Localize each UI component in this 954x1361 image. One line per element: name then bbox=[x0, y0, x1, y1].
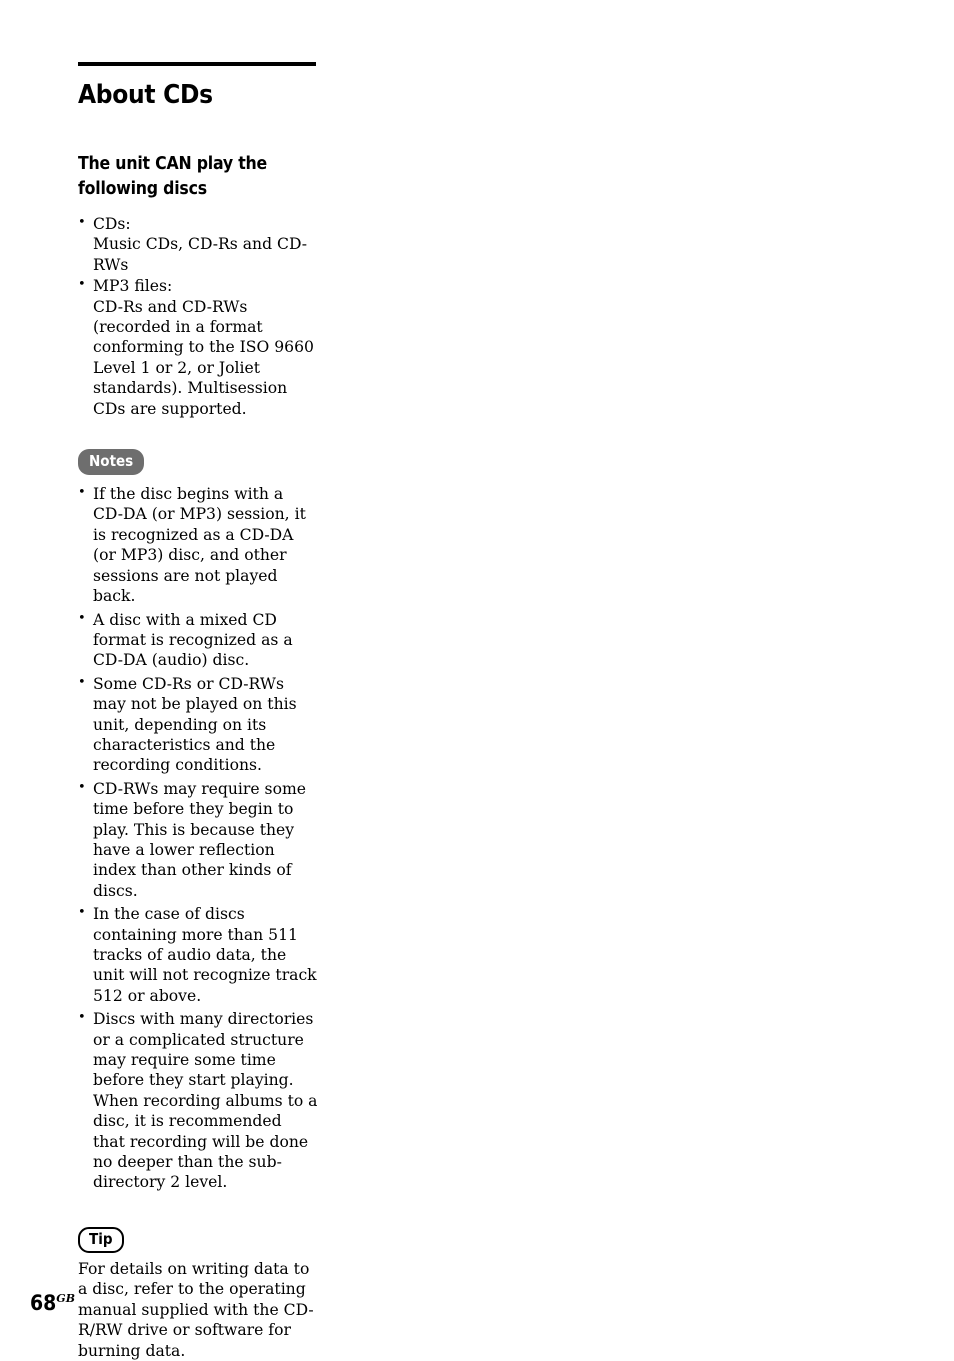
section-heading: The unit CAN play the following discs bbox=[78, 154, 268, 199]
notes-section: Notes If the disc begins with a CD-DA (o… bbox=[78, 449, 318, 1193]
page-number: 68 bbox=[30, 1291, 57, 1315]
tip-section: Tip For details on writing data to a dis… bbox=[78, 1226, 318, 1361]
notes-badge: Notes bbox=[78, 449, 145, 476]
list-item: CDs: Music CDs, CD-Rs and CD-RWs bbox=[78, 213, 318, 275]
list-item-lead: CDs: bbox=[93, 215, 131, 233]
page-title: About CDs bbox=[78, 80, 213, 110]
page-number-suffix: GB bbox=[56, 1292, 75, 1305]
page-number-footer: 68GB bbox=[30, 1288, 75, 1314]
notes-list: If the disc begins with a CD-DA (or MP3)… bbox=[78, 483, 318, 1193]
playable-discs-list: CDs: Music CDs, CD-Rs and CD-RWs MP3 fil… bbox=[78, 213, 318, 419]
tip-text: For details on writing data to a disc, r… bbox=[78, 1259, 314, 1360]
content-column: About CDs The unit CAN play the followin… bbox=[78, 62, 318, 1361]
list-item: If the disc begins with a CD-DA (or MP3)… bbox=[78, 483, 318, 606]
list-item: In the case of discs containing more tha… bbox=[78, 903, 318, 1006]
list-item-detail: CD-Rs and CD-RWs (recorded in a format c… bbox=[93, 297, 314, 418]
list-item-detail: Music CDs, CD-Rs and CD-RWs bbox=[93, 235, 308, 274]
list-item: Some CD-Rs or CD-RWs may not be played o… bbox=[78, 673, 318, 776]
list-item-lead: MP3 files: bbox=[93, 277, 173, 296]
list-item: Discs with many directories or a complic… bbox=[78, 1008, 318, 1193]
heading-rule bbox=[78, 62, 316, 66]
list-item: A disc with a mixed CD format is recogni… bbox=[78, 608, 318, 671]
manual-page: About CDs The unit CAN play the followin… bbox=[0, 0, 954, 1360]
list-item: MP3 files: CD-Rs and CD-RWs (recorded in… bbox=[78, 275, 318, 419]
tip-badge: Tip bbox=[78, 1226, 124, 1253]
list-item: CD-RWs may require some time before they… bbox=[78, 778, 318, 901]
